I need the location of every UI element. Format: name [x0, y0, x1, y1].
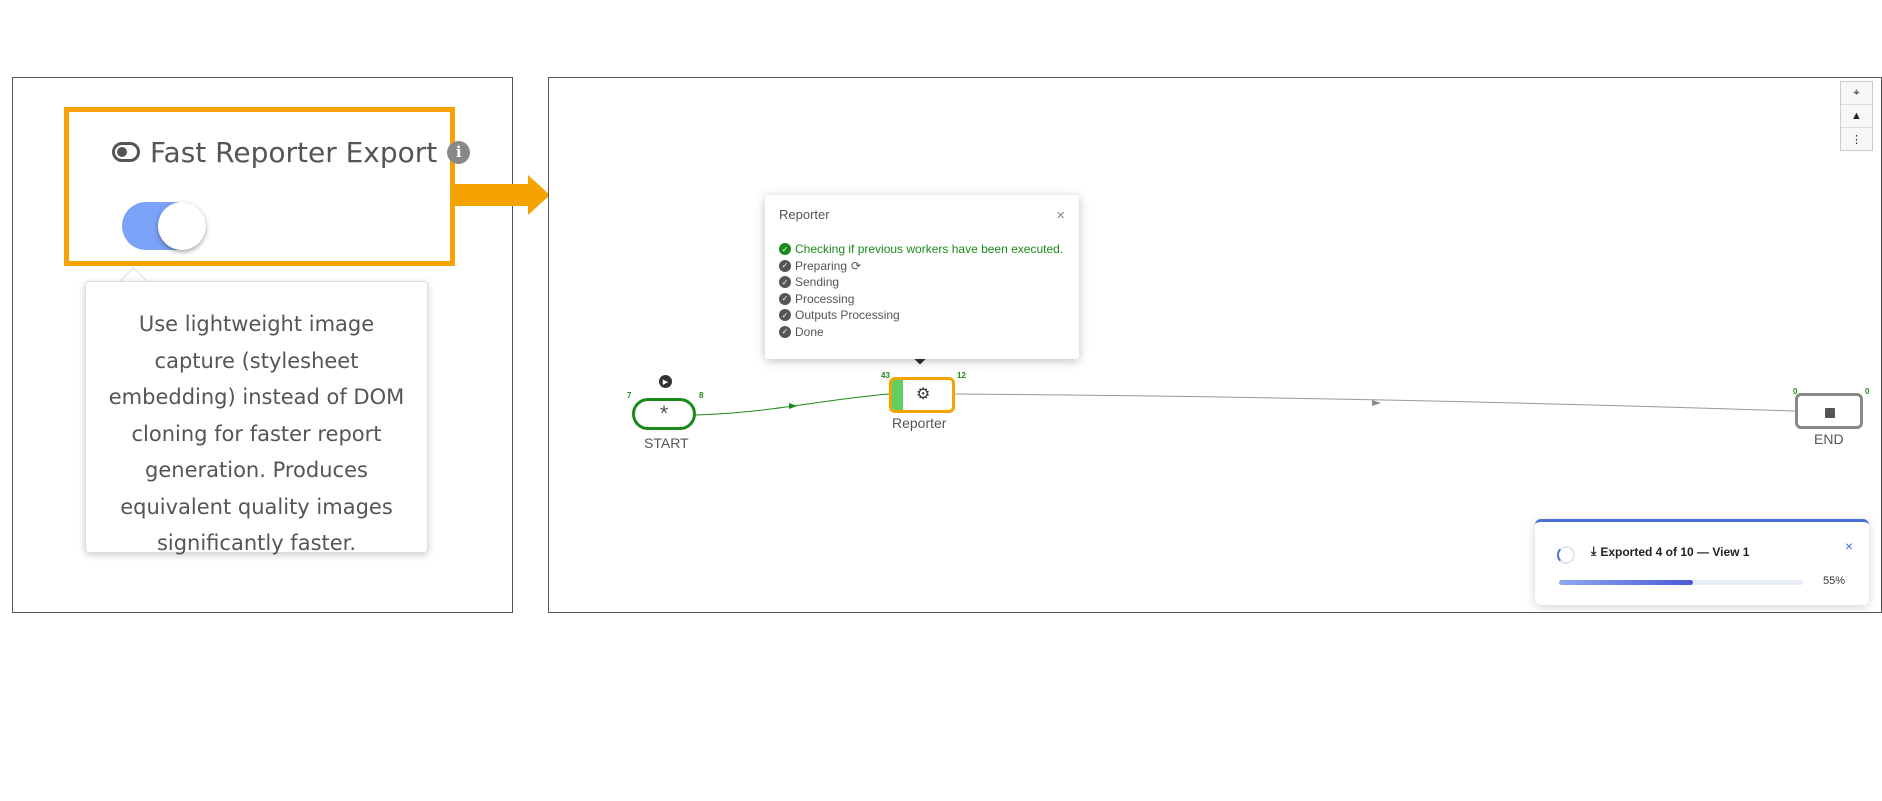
setting-highlight-box: [64, 107, 455, 266]
workflow-canvas[interactable]: ⌖ ▲ ⋮ ▶ 7 8 * START 43 12 ⚙ Reporter 0 0…: [548, 77, 1882, 613]
callout-arrow-head: [528, 175, 550, 215]
export-progress-percent: 55%: [1822, 575, 1845, 587]
close-icon[interactable]: ×: [1845, 538, 1853, 554]
fast-reporter-export-toggle[interactable]: [122, 202, 206, 250]
toast-title: ⤓ Exported 4 of 10 — View 1: [1591, 544, 1750, 559]
status-item: ✓ Sending: [779, 274, 1063, 291]
end-node[interactable]: [1795, 393, 1863, 429]
check-circle-icon: ✓: [779, 309, 791, 322]
check-circle-icon: ✓: [779, 259, 791, 272]
check-circle-icon: ✓: [779, 243, 791, 256]
edge-arrow-start-reporter: [789, 403, 797, 409]
check-circle-icon: ✓: [779, 276, 791, 289]
edge-arrow-reporter-end: [1372, 400, 1381, 406]
download-icon: ⤓: [1591, 544, 1597, 558]
reporter-status-popover: Reporter × ✓ Checking if previous workers…: [765, 195, 1079, 359]
reporter-in-count: 43: [881, 371, 890, 380]
reporter-label: Reporter: [892, 415, 947, 431]
reporter-out-count: 12: [957, 371, 966, 380]
spinner-icon: [1557, 546, 1575, 564]
reporter-progress-bar: [892, 380, 903, 410]
close-icon[interactable]: ×: [1056, 207, 1065, 224]
reporter-node[interactable]: ⚙: [889, 377, 955, 413]
callout-arrow: [455, 184, 531, 206]
refresh-icon: ⟳: [851, 258, 862, 273]
setting-header: Fast Reporter Export i: [112, 132, 471, 172]
play-icon[interactable]: ▶: [659, 375, 672, 388]
export-progress-track: [1559, 580, 1803, 585]
info-icon[interactable]: i: [447, 140, 471, 164]
check-circle-icon: ✓: [779, 325, 791, 338]
status-item: ✓ Preparing ⟳: [779, 258, 1063, 275]
status-item: ✓ Checking if previous workers have been …: [779, 241, 1063, 258]
toggle-knob[interactable]: [158, 202, 206, 250]
status-item: ✓ Processing: [779, 291, 1063, 308]
start-node[interactable]: *: [632, 398, 696, 430]
asterisk-icon: *: [659, 401, 669, 426]
gear-icon: ⚙: [916, 386, 931, 403]
stop-icon: [1825, 408, 1835, 418]
start-out-count: 8: [699, 391, 704, 400]
check-circle-icon: ✓: [779, 292, 791, 305]
status-list: ✓ Checking if previous workers have been …: [779, 241, 1063, 340]
popover-title: Reporter: [779, 207, 830, 222]
setting-tooltip: Use lightweight image capture (styleshee…: [85, 281, 428, 555]
end-out-count: 0: [1865, 387, 1870, 396]
toggle-icon: [112, 142, 140, 162]
start-in-count: 7: [627, 391, 632, 400]
start-label: START: [644, 435, 689, 451]
tooltip-text: Use lightweight image capture (styleshee…: [108, 312, 405, 555]
setting-title: Fast Reporter Export: [150, 135, 438, 169]
export-progress-fill: [1559, 580, 1694, 585]
status-item: ✓ Done: [779, 324, 1063, 341]
end-label: END: [1814, 431, 1844, 447]
status-item: ✓ Outputs Processing: [779, 307, 1063, 324]
export-progress-toast: ⤓ Exported 4 of 10 — View 1 × 55%: [1535, 519, 1869, 605]
